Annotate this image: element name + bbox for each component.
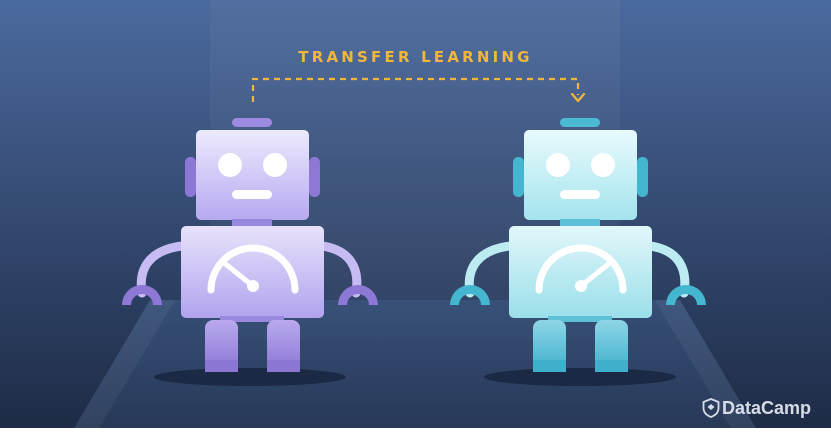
robot-right-body bbox=[509, 226, 652, 318]
robot-right-ear-right bbox=[637, 157, 648, 197]
page-title: TRANSFER LEARNING bbox=[298, 48, 533, 66]
robot-left-foot-left bbox=[205, 360, 238, 372]
robot-right-antenna bbox=[560, 118, 600, 127]
robot-right-ear-left bbox=[513, 157, 524, 197]
stage-floor bbox=[70, 300, 760, 435]
robot-left-neck bbox=[232, 219, 272, 227]
robot-left-mouth bbox=[232, 190, 272, 199]
brand-name: DataCamp bbox=[722, 398, 812, 418]
robot-left-antenna bbox=[232, 118, 272, 127]
robot-right-eye-right bbox=[591, 153, 615, 177]
robot-left-head bbox=[196, 130, 309, 220]
robot-left-ear-left bbox=[185, 157, 196, 197]
robot-right-foot-left bbox=[533, 360, 566, 372]
robot-right-mouth bbox=[560, 190, 600, 199]
robot-left-foot-right bbox=[267, 360, 300, 372]
robot-left-body bbox=[181, 226, 324, 318]
robot-left-eye-left bbox=[218, 153, 242, 177]
robot-left-eye-right bbox=[263, 153, 287, 177]
robot-right-head bbox=[524, 130, 637, 220]
robot-right-eye-left bbox=[546, 153, 570, 177]
bottom-bar bbox=[0, 428, 831, 435]
robot-right-shadow bbox=[484, 368, 676, 386]
datacamp-logo-icon bbox=[702, 398, 720, 418]
robot-right-foot-right bbox=[595, 360, 628, 372]
robot-right-neck bbox=[560, 219, 600, 227]
robot-left-shadow bbox=[154, 368, 346, 386]
robot-left-ear-right bbox=[309, 157, 320, 197]
